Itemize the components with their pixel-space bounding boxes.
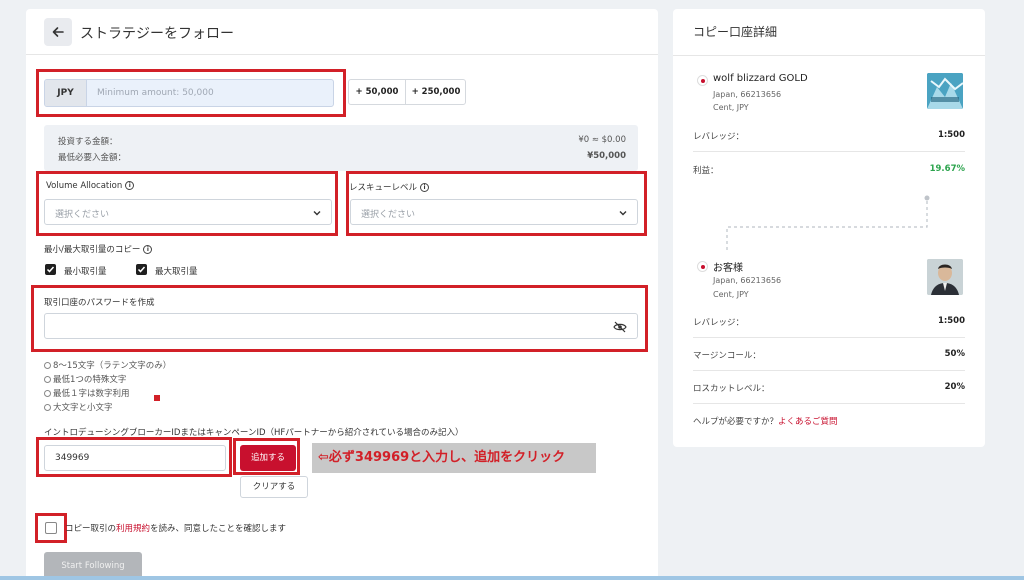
copy-size-label: 最小/最大取引量のコピー i [44, 243, 153, 255]
divider [673, 55, 985, 56]
divider [693, 151, 965, 152]
profit-value: 19.67% [929, 164, 965, 174]
details-title: コピー口座詳細 [693, 25, 778, 39]
panel-header: ストラテジーをフォロー [26, 9, 658, 55]
max-volume-label: 最大取引量 [155, 267, 198, 277]
investment-summary: 投資する金額： ¥0 ≈ $0.00 最低必要入金額： ¥50,000 [44, 125, 638, 171]
check-icon [137, 266, 146, 273]
strategy-location: Japan, 66213656 [713, 90, 782, 99]
faq-link[interactable]: よくあるご質問 [778, 417, 838, 427]
customer-name: お客様 [713, 263, 743, 274]
japan-flag-icon [697, 261, 708, 272]
highlight-box-add [233, 438, 300, 475]
strategy-account-type: Cent, JPY [713, 103, 749, 112]
rule-status-icon [44, 390, 51, 397]
password-rule-text: 大文字と小文字 [53, 403, 113, 413]
quick-amount-group: + 50,000 + 250,000 [348, 79, 466, 105]
customer-leverage-label: レバレッジ： [693, 318, 745, 328]
add-250000-button[interactable]: + 250,000 [406, 80, 466, 104]
highlight-box-amount [36, 69, 346, 117]
password-rule: 最低１字は数字利用 [44, 387, 130, 399]
password-rule-text: 最低１字は数字利用 [53, 389, 130, 399]
clear-ib-button[interactable]: クリアする [240, 476, 308, 498]
strategy-leverage-value: 1:500 [937, 130, 965, 140]
invest-amount-value: ¥0 ≈ $0.00 [578, 135, 626, 145]
copy-size-label-text: 最小/最大取引量のコピー [44, 245, 141, 255]
rule-status-icon [44, 376, 51, 383]
password-rule-text: 8～15文字（ラテン文字のみ） [53, 361, 172, 371]
password-rule-text: 最低1つの特殊文字 [53, 375, 127, 385]
min-deposit-value: ¥50,000 [587, 151, 626, 161]
password-rule: 最低1つの特殊文字 [44, 373, 126, 385]
help-text: ヘルプが必要ですか？よくあるご質問 [693, 415, 838, 427]
strategy-avatar [927, 73, 963, 109]
terms-link[interactable]: 利用規約 [116, 524, 150, 534]
follow-strategy-panel: ストラテジーをフォロー JPY + 50,000 + 250,000 投資する金… [26, 9, 658, 580]
highlight-box-ib [36, 437, 232, 477]
customer-location: Japan, 66213656 [713, 276, 782, 285]
max-volume-checkbox[interactable] [136, 264, 147, 275]
page-title: ストラテジーをフォロー [80, 26, 234, 42]
connector-line [726, 195, 930, 251]
rule-status-icon [44, 362, 51, 369]
instruction-annotation: ⇦必ず349969と入力し、追加をクリック [312, 443, 596, 473]
agree-prefix: コピー取引の [65, 524, 117, 534]
margin-call-label: マージンコール： [693, 351, 761, 361]
customer-account-type: Cent, JPY [713, 290, 749, 299]
password-rule: 大文字と小文字 [44, 401, 113, 413]
stop-out-value: 20% [944, 382, 965, 392]
agree-suffix: を読み、同意したことを確認します [150, 524, 287, 534]
arrow-left-icon [52, 27, 64, 37]
highlight-box-password [31, 285, 648, 352]
customer-avatar [927, 259, 963, 295]
strategy-leverage-label: レバレッジ： [693, 132, 745, 142]
min-volume-label: 最小取引量 [64, 267, 107, 277]
strategy-image [927, 73, 963, 109]
stop-out-label: ロスカットレベル： [693, 384, 770, 394]
profit-label: 利益： [693, 166, 719, 176]
japan-flag-icon [697, 75, 708, 86]
add-50000-button[interactable]: + 50,000 [349, 80, 405, 104]
check-icon [46, 266, 55, 273]
highlight-box-volume [36, 171, 338, 236]
rule-status-icon [44, 404, 51, 411]
customer-leverage-value: 1:500 [937, 316, 965, 326]
highlight-box-rescue [346, 171, 647, 236]
back-button[interactable] [44, 18, 72, 46]
divider [693, 370, 965, 371]
divider [693, 337, 965, 338]
margin-call-value: 50% [944, 349, 965, 359]
invest-amount-label: 投資する金額： [58, 137, 118, 147]
min-volume-checkbox[interactable] [45, 264, 56, 275]
copy-account-details-panel: コピー口座詳細 wolf blizzard GOLD Japan, 662136… [673, 9, 985, 447]
red-marker [154, 395, 160, 401]
customer-photo [927, 259, 963, 295]
info-icon[interactable]: i [143, 245, 153, 254]
help-question: ヘルプが必要ですか？ [693, 417, 779, 427]
agree-terms-text: コピー取引の利用規約を読み、同意したことを確認します [65, 522, 286, 534]
password-rule: 8～15文字（ラテン文字のみ） [44, 359, 171, 371]
page-bottom-bar [0, 576, 1024, 580]
highlight-box-agree [35, 513, 67, 543]
min-deposit-label: 最低必要入金額： [58, 153, 127, 163]
divider [693, 403, 965, 404]
strategy-name: wolf blizzard GOLD [713, 73, 808, 84]
